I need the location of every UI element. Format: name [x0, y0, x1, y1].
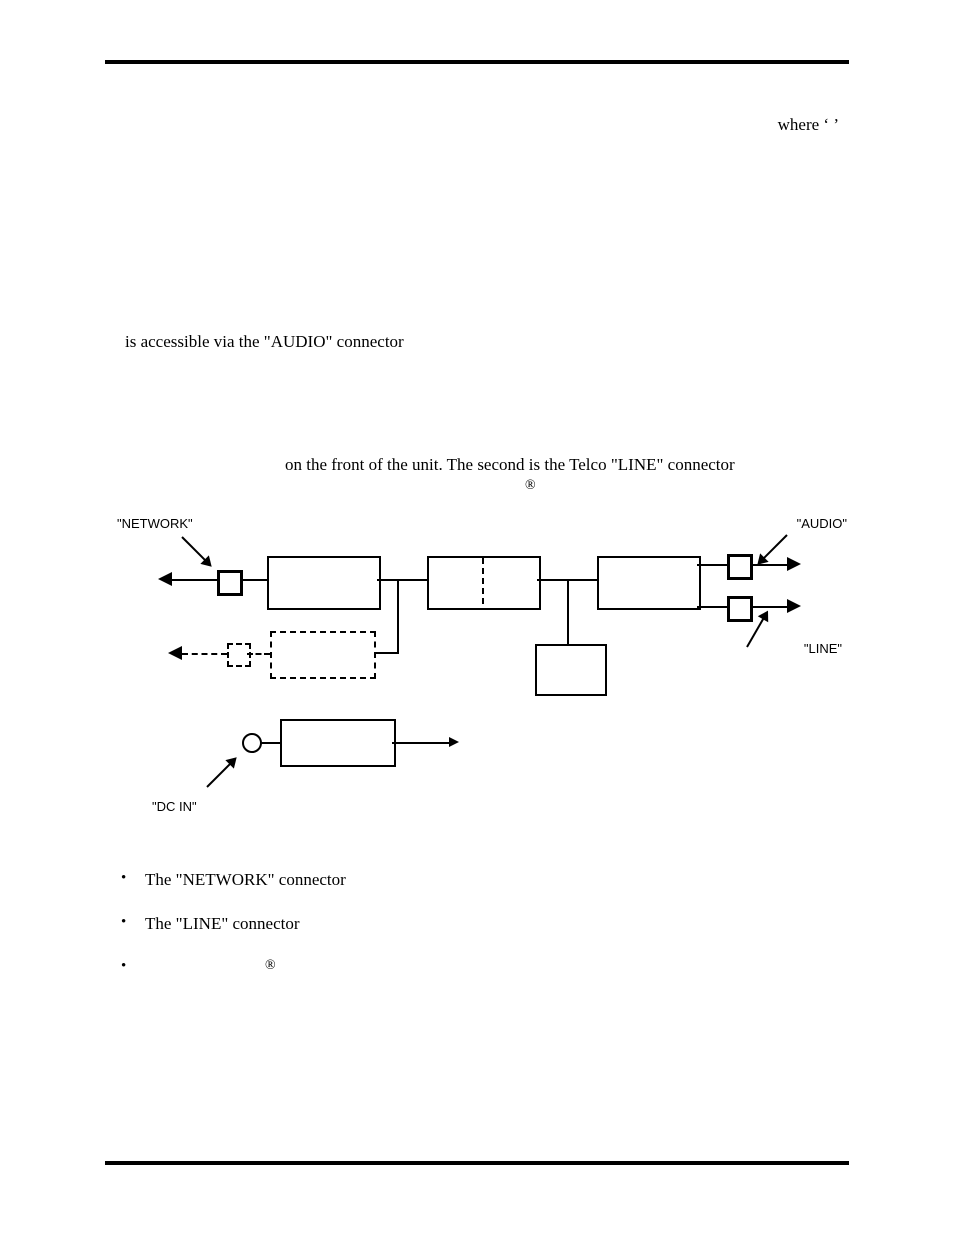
block-2 [427, 556, 541, 610]
dcin-pointer [206, 758, 236, 788]
reg-symbol-2: ® [265, 958, 276, 973]
bullet-2: The "LINE" connector [145, 914, 849, 934]
wire-box1-box2 [377, 579, 427, 581]
wire-net-box1 [240, 579, 267, 581]
audio-out-line [750, 564, 790, 566]
label-audio: "AUDIO" [797, 516, 847, 531]
bullet-1: The "NETWORK" connector [145, 870, 849, 890]
opt-out-arrowhead [168, 646, 182, 660]
text-audio: is accessible via the "AUDIO" connector [125, 332, 404, 351]
net-out-line [172, 579, 217, 581]
block-diagram: "NETWORK" "AUDIO" "LINE" "DC IN" [127, 516, 827, 816]
audio-pointer [758, 535, 788, 565]
t-down-line [397, 579, 399, 654]
block-2-divider [482, 558, 484, 604]
block-4 [535, 644, 607, 696]
bullet-1-text: The "NETWORK" connector [145, 870, 346, 889]
label-line: "LINE" [804, 641, 842, 656]
audio-out-arrowhead [787, 557, 801, 571]
para-where-x: where ‘ ’ [105, 114, 849, 137]
line-connector-box [727, 596, 753, 622]
optional-block [270, 631, 376, 679]
network-pointer [181, 537, 211, 567]
t-to-optbox [372, 652, 399, 654]
dc-in-jack [242, 733, 262, 753]
psu-out-arrowhead [449, 737, 459, 747]
audio-connector-box [727, 554, 753, 580]
label-dcin: "DC IN" [152, 799, 197, 814]
line-out-arrowhead [787, 599, 801, 613]
drop-to-smallbox [567, 579, 569, 644]
opt-wire [247, 653, 270, 655]
net-out-arrowhead [158, 572, 172, 586]
para-front: on the front of the unit. The second is … [105, 454, 849, 503]
bullet-list: The "NETWORK" connector The "LINE" conne… [105, 870, 849, 981]
para-audio: is accessible via the "AUDIO" connector [105, 331, 849, 354]
line-out-line [750, 606, 790, 608]
opt-out-line [182, 653, 227, 655]
wire-box3-audio [697, 564, 727, 566]
block-3 [597, 556, 701, 610]
bullet-2-text: The "LINE" connector [145, 914, 300, 933]
psu-block [280, 719, 396, 767]
reg-symbol-1: ® [525, 477, 536, 496]
text-wherex: where ‘ ’ [778, 115, 839, 134]
label-network: "NETWORK" [117, 516, 193, 531]
footer-rule [105, 1161, 849, 1165]
text-front: on the front of the unit. The second is … [285, 455, 735, 474]
network-connector-box [217, 570, 243, 596]
bullet-3: ® [145, 958, 849, 981]
optional-connector-box [227, 643, 251, 667]
page: where ‘ ’ is accessible via the "AUDIO" … [0, 0, 954, 1235]
wire-box3-line [697, 606, 727, 608]
psu-out-line [392, 742, 452, 744]
dc-to-psu [260, 742, 280, 744]
block-1 [267, 556, 381, 610]
